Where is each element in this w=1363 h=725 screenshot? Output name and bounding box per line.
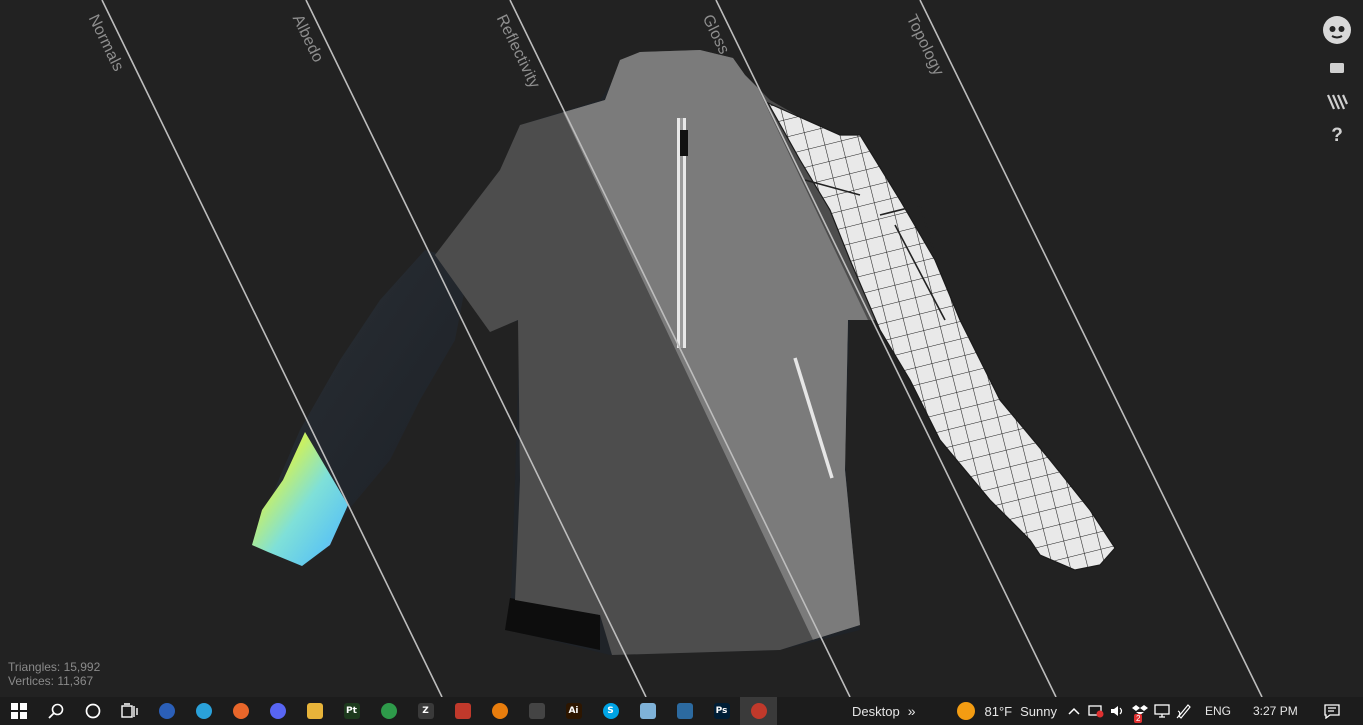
chevron-up-icon[interactable]: [1063, 697, 1085, 725]
jacket-model[interactable]: [0, 0, 1363, 697]
zipper-pull: [680, 130, 688, 156]
brand-icon[interactable]: [1323, 88, 1351, 116]
weather-temp: 81°F: [984, 703, 1013, 719]
telegram-taskbar-button[interactable]: [185, 697, 222, 725]
pt-app-icon: Pt: [343, 703, 360, 719]
network-alert-icon[interactable]: [1085, 697, 1107, 725]
vertices-count: Vertices: 11,367: [8, 674, 94, 688]
dropbox-icon[interactable]: 2: [1129, 697, 1151, 725]
taskbar: Pt Z Ai S Ps Desktop » 81°F Sunny 2 ENG 3:27…: [0, 697, 1363, 725]
vivaldi-taskbar-button[interactable]: [148, 697, 185, 725]
sun-icon: [956, 702, 975, 720]
viewer-logo-icon[interactable]: [1321, 14, 1353, 46]
illustrator-icon: Ai: [565, 703, 582, 719]
start-button[interactable]: [0, 697, 37, 725]
skype-icon: S: [602, 703, 619, 719]
feather-app-icon: [676, 703, 693, 719]
display-icon[interactable]: [1151, 697, 1173, 725]
pen-icon[interactable]: [1173, 697, 1195, 725]
help-icon[interactable]: ?: [1323, 122, 1351, 150]
pinned-apps: Pt Z Ai S Ps: [148, 697, 777, 725]
vivaldi-icon: [158, 703, 175, 719]
weather-widget[interactable]: 81°F Sunny: [956, 701, 1057, 721]
firefox-icon: [232, 703, 249, 719]
shield-app-taskbar-button[interactable]: [444, 697, 481, 725]
cortana-icon[interactable]: [74, 697, 111, 725]
notepad-taskbar-button[interactable]: [629, 697, 666, 725]
task-view-icon[interactable]: [111, 697, 148, 725]
clock[interactable]: 3:27 PM: [1253, 704, 1298, 718]
action-center-icon[interactable]: [1318, 697, 1346, 725]
zbrush-taskbar-button[interactable]: Z: [407, 697, 444, 725]
fullscreen-icon[interactable]: [1323, 54, 1351, 82]
photoshop-taskbar-button[interactable]: Ps: [703, 697, 740, 725]
skype-taskbar-button[interactable]: S: [592, 697, 629, 725]
shield-app-icon: [454, 703, 471, 719]
chrome-taskbar-button[interactable]: [370, 697, 407, 725]
pt-app-taskbar-button[interactable]: Pt: [333, 697, 370, 725]
notepad-icon: [639, 703, 656, 719]
volume-icon[interactable]: [1107, 697, 1129, 725]
3d-viewport[interactable]: Normals Albedo Reflectivity Gloss Topolo…: [0, 0, 1363, 697]
discord-icon: [269, 703, 286, 719]
marmoset-icon: [750, 703, 767, 719]
dots-app-taskbar-button[interactable]: [518, 697, 555, 725]
notification-badge: 2: [1133, 714, 1143, 723]
weather-condition: Sunny: [1020, 703, 1057, 719]
search-icon[interactable]: [37, 697, 74, 725]
triangles-count: Triangles: 15,992: [8, 660, 101, 674]
photoshop-icon: Ps: [713, 703, 730, 719]
feather-app-taskbar-button[interactable]: [666, 697, 703, 725]
toolbar-chevron[interactable]: »: [908, 703, 916, 719]
marmoset-taskbar-button[interactable]: [740, 697, 777, 725]
file-explorer-taskbar-button[interactable]: [296, 697, 333, 725]
language-indicator[interactable]: ENG: [1205, 704, 1231, 718]
blender-icon: [491, 703, 508, 719]
file-explorer-icon: [306, 703, 323, 719]
illustrator-taskbar-button[interactable]: Ai: [555, 697, 592, 725]
zbrush-icon: Z: [417, 703, 434, 719]
mesh-stats: Triangles: 15,992 Vertices: 11,367: [8, 660, 100, 688]
desktop-toolbar-label[interactable]: Desktop: [852, 704, 900, 719]
firefox-taskbar-button[interactable]: [222, 697, 259, 725]
chrome-icon: [380, 703, 397, 719]
blender-taskbar-button[interactable]: [481, 697, 518, 725]
dots-app-icon: [528, 703, 545, 719]
discord-taskbar-button[interactable]: [259, 697, 296, 725]
telegram-icon: [195, 703, 212, 719]
